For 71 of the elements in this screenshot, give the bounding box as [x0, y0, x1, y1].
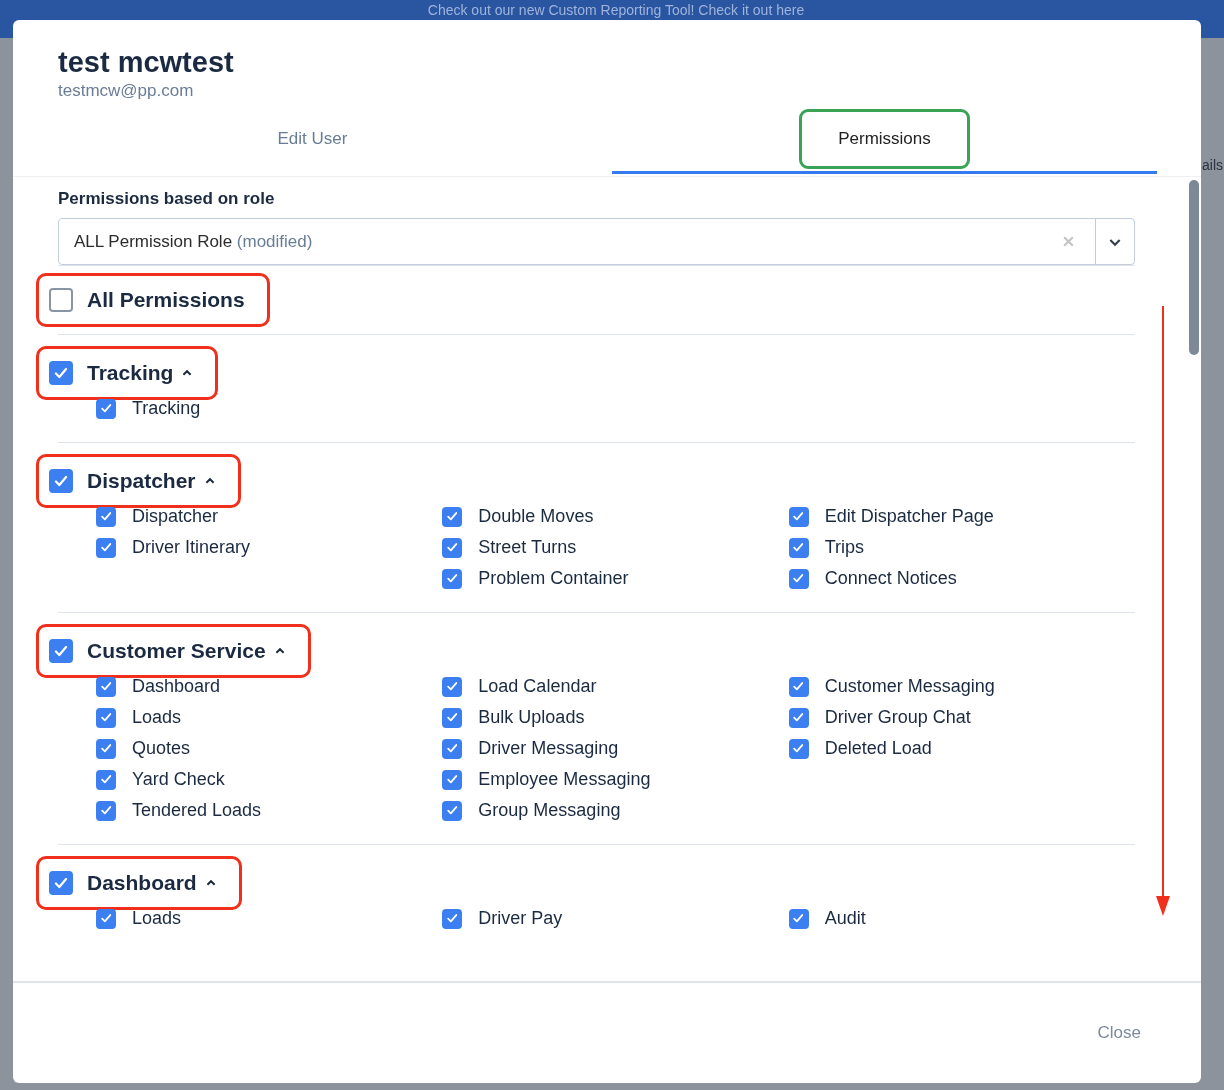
checkbox[interactable] — [788, 568, 809, 589]
field-label: Permissions based on role — [58, 189, 276, 209]
checkbox-label: Deleted Load — [824, 738, 932, 759]
checkbox[interactable] — [788, 707, 809, 728]
tab[interactable]: Edit User — [238, 108, 387, 169]
group-label: Customer Service — [87, 639, 266, 663]
checkbox[interactable] — [96, 506, 116, 527]
checkbox[interactable] — [442, 506, 463, 527]
user-email: testmcw@pp.com — [58, 81, 195, 101]
checkbox[interactable] — [442, 707, 463, 728]
checkbox-label: Trips — [824, 537, 864, 558]
checkbox-label: Tracking — [132, 398, 201, 419]
checkbox-label: Loads — [132, 707, 182, 728]
checkbox-label: Group Messaging — [478, 800, 621, 821]
group-label: Dashboard — [87, 871, 197, 895]
checkbox-label: Quotes — [132, 738, 191, 759]
announcement-text: Check out our new Custom Reporting Tool! Check it out here — [426, 2, 805, 18]
checkbox-label: Loads — [132, 908, 182, 929]
checkbox[interactable] — [49, 639, 73, 663]
select-value: ALL Permission Role (modified) — [73, 231, 314, 252]
checkbox-label: Load Calendar — [478, 676, 597, 697]
checkbox-label: Double Moves — [478, 506, 594, 527]
checkbox-label: All Permissions — [87, 288, 245, 312]
background-text: ails — [1202, 157, 1223, 173]
checkbox[interactable] — [49, 871, 73, 895]
close-button[interactable]: Close — [1077, 1017, 1161, 1049]
checkbox-label: Driver Itinerary — [132, 537, 251, 558]
checkbox[interactable] — [49, 361, 73, 385]
checkbox[interactable] — [442, 800, 463, 821]
checkbox[interactable] — [788, 506, 809, 527]
checkbox[interactable] — [96, 769, 116, 790]
checkbox-label: Street Turns — [478, 537, 577, 558]
checkbox-label: Connect Notices — [824, 568, 957, 589]
checkbox-label: Driver Messaging — [478, 738, 619, 759]
checkbox-label: Problem Container — [478, 568, 629, 589]
checkbox-label: Customer Messaging — [824, 676, 995, 697]
checkbox[interactable] — [96, 537, 116, 558]
checkbox-label: Employee Messaging — [478, 769, 651, 790]
checkbox[interactable] — [442, 568, 463, 589]
checkbox-label: Driver Group Chat — [824, 707, 971, 728]
tab[interactable]: Permissions — [799, 108, 970, 169]
checkbox[interactable] — [442, 676, 463, 697]
role-select[interactable]: ALL Permission Role (modified) — [58, 218, 1135, 265]
checkbox[interactable] — [788, 738, 809, 759]
checkbox[interactable] — [442, 908, 463, 929]
checkbox-label: Dispatcher — [132, 506, 219, 527]
checkbox-label: Dashboard — [132, 676, 221, 697]
checkbox[interactable] — [96, 738, 116, 759]
checkbox[interactable] — [96, 707, 116, 728]
group-label: Tracking — [87, 361, 174, 385]
group-label: Dispatcher — [87, 469, 196, 493]
checkbox-label: Edit Dispatcher Page — [824, 506, 994, 527]
checkbox-label: Audit — [824, 908, 866, 929]
checkbox[interactable] — [788, 908, 809, 929]
checkbox[interactable] — [788, 676, 809, 697]
checkbox[interactable] — [96, 800, 116, 821]
checkbox[interactable] — [442, 537, 463, 558]
checkbox-label: Tendered Loads — [132, 800, 262, 821]
checkbox[interactable] — [49, 288, 73, 312]
checkbox[interactable] — [96, 676, 116, 697]
checkbox[interactable] — [442, 738, 463, 759]
user-name: test mcwtest — [58, 46, 235, 78]
checkbox-label: Bulk Uploads — [478, 707, 585, 728]
checkbox[interactable] — [49, 469, 73, 493]
checkbox[interactable] — [442, 769, 463, 790]
checkbox-label: Driver Pay — [478, 908, 563, 929]
checkbox[interactable] — [96, 398, 116, 419]
checkbox-label: Yard Check — [132, 769, 225, 790]
checkbox[interactable] — [788, 537, 809, 558]
scrollbar-thumb[interactable] — [1189, 180, 1199, 355]
checkbox[interactable] — [96, 908, 116, 929]
